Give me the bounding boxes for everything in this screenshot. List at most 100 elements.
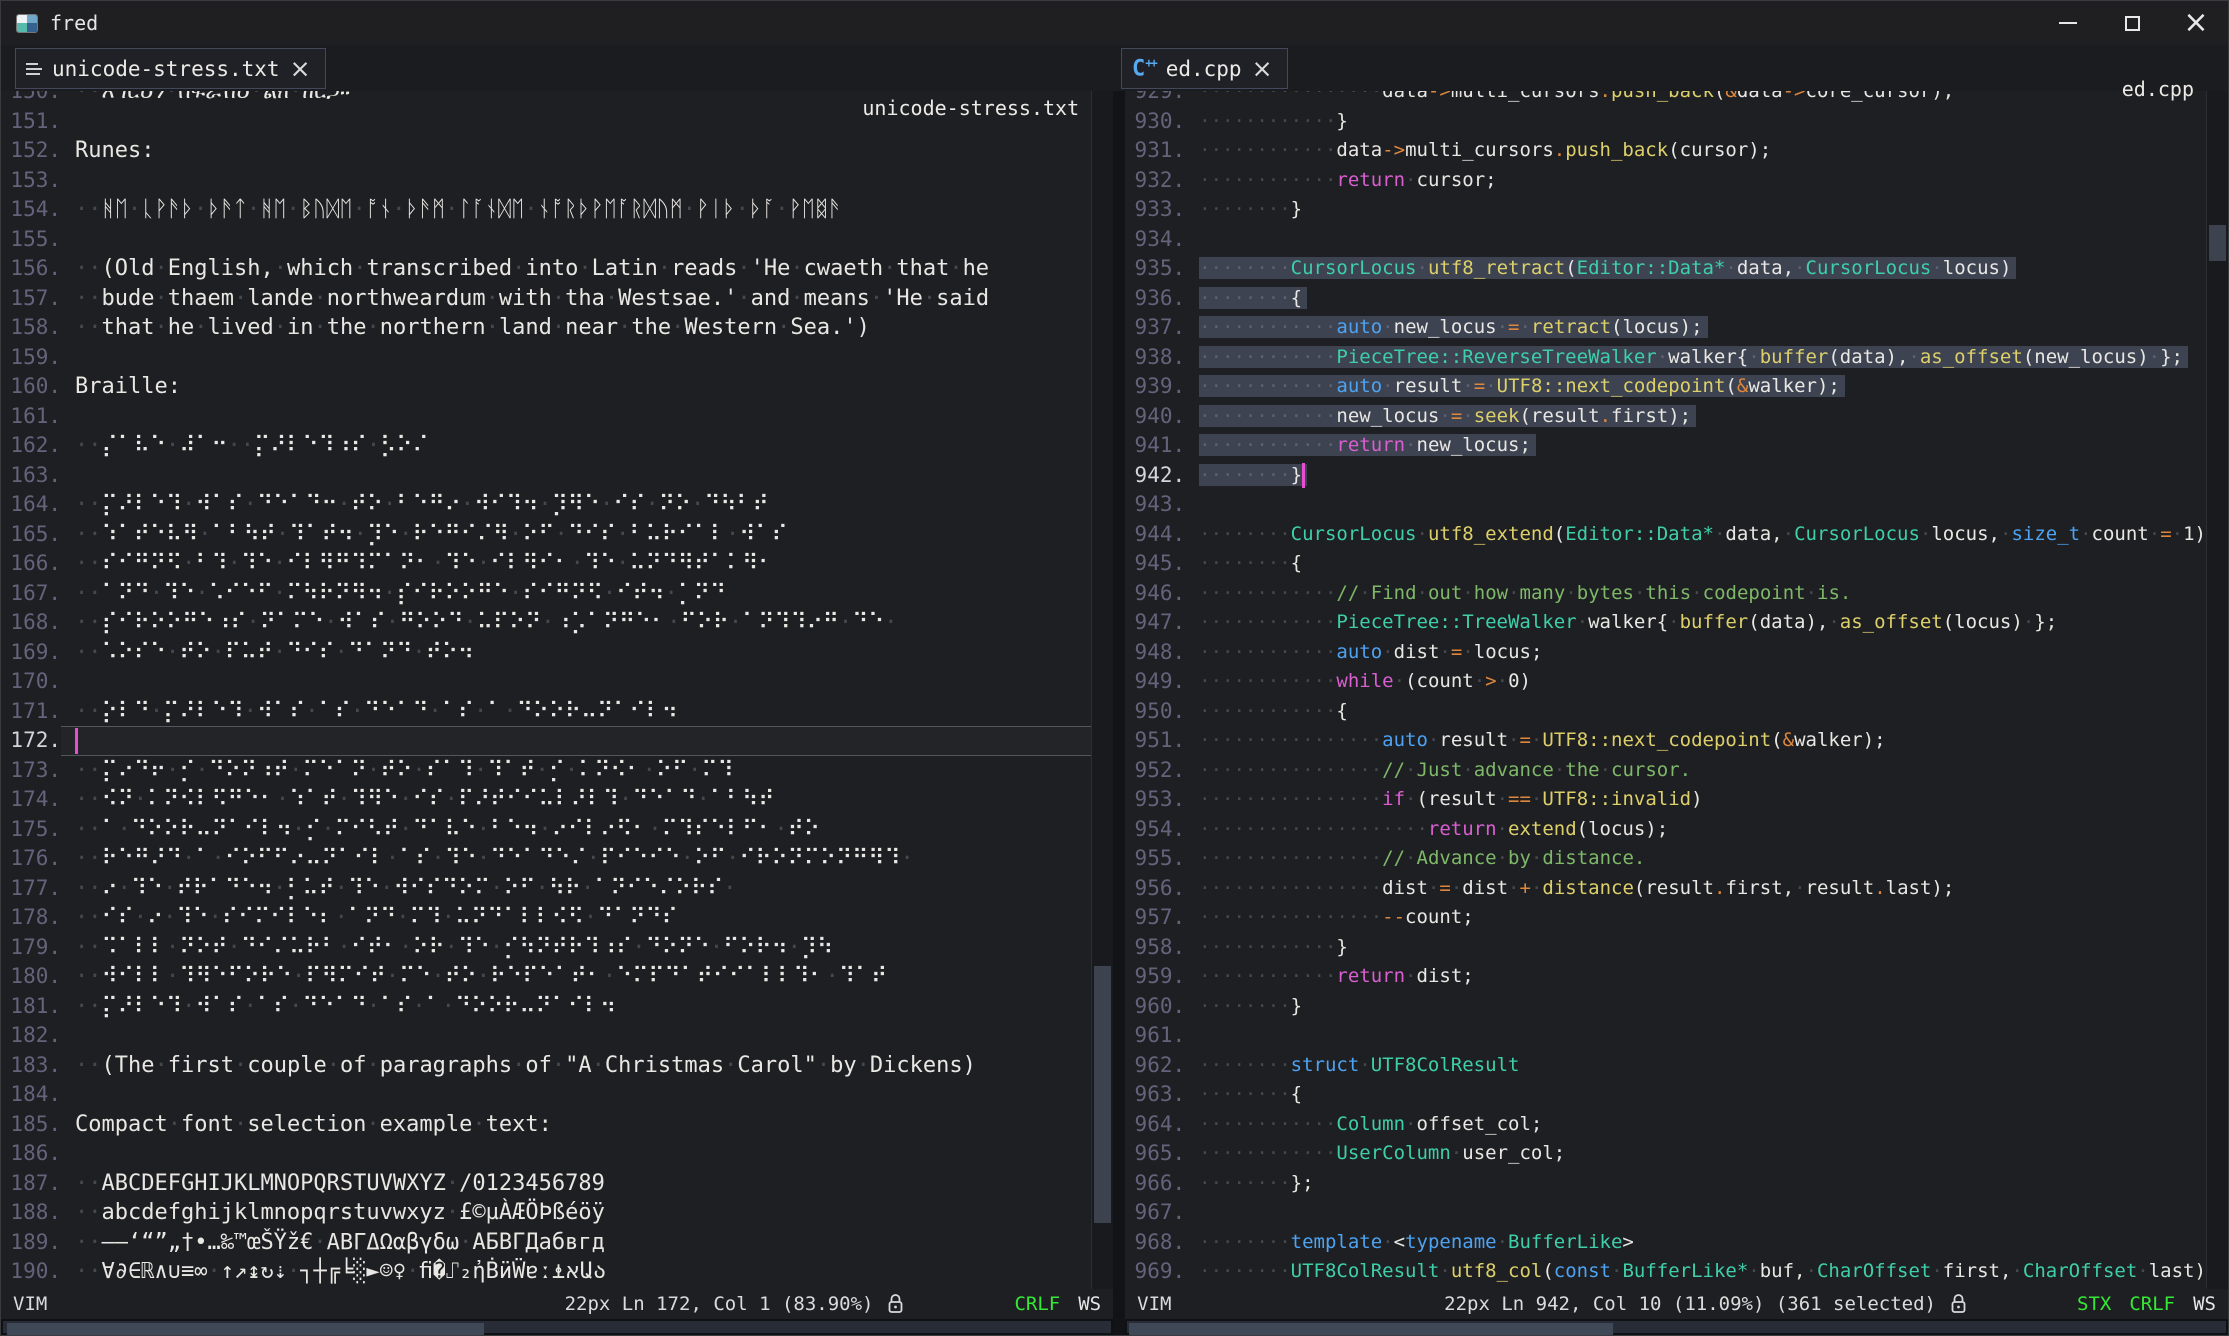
- code-line[interactable]: 189.··–—‘“”„†•…‰™œŠŸž€·ΑΒΓΔΩαβγδω·АБВГДа…: [1, 1228, 1091, 1258]
- code-line[interactable]: 182.: [1, 1021, 1091, 1051]
- code-line[interactable]: 164.··⡍⠜⠇⠑⠹·⠺⠁⠎·⠙⠑⠁⠙⠒·⠞⠕·⠃⠑⠛⠔·⠺⠊⠹⠲·⡹⠻⠑·⠊…: [1, 490, 1091, 520]
- status-badge-crlf[interactable]: CRLF: [2129, 1293, 2175, 1315]
- code-line[interactable]: 161.: [1, 402, 1091, 432]
- code-line[interactable]: 190.··∀∂∈ℝ∧∪≡∞·↑↗↨↻⇣·┐┼╔╘░►☺♀·ﬁ�⑀₂ἠḂӥẄɐː…: [1, 1257, 1091, 1287]
- code-line[interactable]: 163.: [1, 461, 1091, 491]
- vertical-scrollbar[interactable]: [2206, 91, 2228, 1289]
- code-line[interactable]: 967.: [1125, 1198, 2206, 1228]
- code-line[interactable]: 938.············PieceTree::ReverseTreeWa…: [1125, 343, 2206, 373]
- text-area[interactable]: 929.················data->multi_cursors.…: [1125, 91, 2206, 1289]
- minimize-button[interactable]: [2036, 1, 2100, 45]
- code-line[interactable]: 162.··⡌⠁⠧⠑·⠼⠁⠒··⡍⠜⠇⠑⠹⠰⠎·⡣⠕⠌: [1, 431, 1091, 461]
- status-badge-stx[interactable]: STX: [2077, 1293, 2111, 1315]
- code-line[interactable]: 956.················dist·=·dist·+·distan…: [1125, 874, 2206, 904]
- code-line[interactable]: 187.··ABCDEFGHIJKLMNOPQRSTUVWXYZ·/012345…: [1, 1169, 1091, 1199]
- code-line[interactable]: 183.··(The·first·couple·of·paragraphs·of…: [1, 1051, 1091, 1081]
- code-line[interactable]: 160.Braille:: [1, 372, 1091, 402]
- code-line[interactable]: 179.··⠩⠁⠇⠇·⠝⠕⠞·⠙⠊⠌⠥⠗⠃·⠊⠞⠂·⠕⠗·⠹⠑·⡊⠳⠝⠞⠗⠹⠰⠎…: [1, 933, 1091, 963]
- code-line[interactable]: 154.··ᚻᛖ·ᚳᚹᚫᚦ·ᚦᚫᛏ·ᚻᛖ·ᛒᚢᛞᛖ·ᚩᚾ·ᚦᚫᛗ·ᛚᚪᚾᛞᛖ·ᚾ…: [1, 195, 1091, 225]
- code-line[interactable]: 962.········struct·UTF8ColResult: [1125, 1051, 2206, 1081]
- code-line[interactable]: 159.: [1, 343, 1091, 373]
- horizontal-scrollbar-thumb[interactable]: [1129, 1323, 1613, 1335]
- code-line[interactable]: 158.··that·he·lived·in·the·northern·land…: [1, 313, 1091, 343]
- code-line[interactable]: 157.··bude·thaem·lande·northweardum·with…: [1, 284, 1091, 314]
- code-line[interactable]: 180.··⠺⠊⠇⠇·⠹⠻⠑⠋⠕⠗⠑·⠏⠻⠍⠊⠞·⠍⠑·⠞⠕·⠗⠑⠏⠑⠁⠞⠂·⠑…: [1, 962, 1091, 992]
- code-line[interactable]: 953.················if·(result·==·UTF8::…: [1125, 785, 2206, 815]
- code-line[interactable]: 175.··⠁·⠙⠕⠕⠗⠤⠝⠁⠊⠇⠲·⡊·⠍⠊⠣⠞·⠙⠁⠧⠑·⠃⠑⠲·⠔⠊⠇⠔⠫…: [1, 815, 1091, 845]
- status-badge-crlf[interactable]: CRLF: [1014, 1293, 1060, 1315]
- code-line[interactable]: 166.··⠎⠊⠛⠝⠫·⠃⠹·⠹⠑·⠊⠇⠻⠛⠹⠍⠁⠝⠂·⠹⠑·⠊⠇⠻⠊⠂·⠹⠑·…: [1, 549, 1091, 579]
- code-line[interactable]: 172.: [1, 726, 1091, 756]
- code-line[interactable]: 184.: [1, 1080, 1091, 1110]
- code-line[interactable]: 931.············data->multi_cursors.push…: [1125, 136, 2206, 166]
- code-line[interactable]: 965.············UserColumn·user_col;: [1125, 1139, 2206, 1169]
- code-line[interactable]: 955.················//·Advance·by·distan…: [1125, 844, 2206, 874]
- tab-close-icon[interactable]: ×: [1252, 56, 1273, 81]
- tab-close-icon[interactable]: ×: [290, 56, 311, 81]
- code-line[interactable]: 963.········{: [1125, 1080, 2206, 1110]
- code-line[interactable]: 948.············auto·dist·=·locus;: [1125, 638, 2206, 668]
- code-line[interactable]: 152.Runes:: [1, 136, 1091, 166]
- code-line[interactable]: 156.··(Old·English,·which·transcribed·in…: [1, 254, 1091, 284]
- status-badge-ws[interactable]: WS: [1078, 1293, 1101, 1315]
- horizontal-scrollbar[interactable]: [1, 1319, 1113, 1336]
- close-button[interactable]: ×: [2164, 1, 2228, 45]
- code-line[interactable]: 942.········}: [1125, 461, 2206, 491]
- vertical-scrollbar-thumb[interactable]: [2209, 225, 2226, 261]
- code-line[interactable]: 173.··⡍⠔⠙⠖·⡊·⠙⠕⠝⠰⠞·⠍⠑⠁⠝·⠞⠕·⠎⠁⠹·⠹⠁⠞·⡊·⠅⠝⠪…: [1, 756, 1091, 786]
- code-line[interactable]: 958.············}: [1125, 933, 2206, 963]
- code-line[interactable]: 167.··⠁⠝⠙·⠹⠑·⠡⠊⠑⠋·⠍⠳⠗⠝⠻⠲·⡎⠊⠗⠕⠕⠛⠑·⠎⠊⠛⠝⠫·⠊…: [1, 579, 1091, 609]
- code-line[interactable]: 954.····················return·extend(lo…: [1125, 815, 2206, 845]
- code-line[interactable]: 964.············Column·offset_col;: [1125, 1110, 2206, 1140]
- code-line[interactable]: 935.········CursorLocus·utf8_retract(Edi…: [1125, 254, 2206, 284]
- code-line[interactable]: 943.: [1125, 490, 2206, 520]
- code-line[interactable]: 944.········CursorLocus·utf8_extend(Edit…: [1125, 520, 2206, 550]
- code-line[interactable]: 168.··⡎⠊⠗⠕⠕⠛⠑⠰⠎·⠝⠁⠍⠑·⠺⠁⠎·⠛⠕⠕⠙·⠥⠏⠕⠝·⠰⡡⠁⠝⠛…: [1, 608, 1091, 638]
- code-line[interactable]: 945.········{: [1125, 549, 2206, 579]
- code-line[interactable]: 939.············auto·result·=·UTF8::next…: [1125, 372, 2206, 402]
- code-line[interactable]: 947.············PieceTree::TreeWalker·wa…: [1125, 608, 2206, 638]
- maximize-button[interactable]: [2100, 1, 2164, 45]
- code-line[interactable]: 186.: [1, 1139, 1091, 1169]
- code-line[interactable]: 952.················//·Just·advance·the·…: [1125, 756, 2206, 786]
- code-line[interactable]: 960.········}: [1125, 992, 2206, 1022]
- tab-unicode-stress.txt[interactable]: unicode-stress.txt×: [15, 48, 326, 89]
- code-line[interactable]: 951.················auto·result·=·UTF8::…: [1125, 726, 2206, 756]
- text-area[interactable]: 150.··እግርህን·በፍራሽህ·ልክ·ዘርጋ።151.152.Runes:1…: [1, 91, 1091, 1289]
- code-line[interactable]: 932.············return·cursor;: [1125, 166, 2206, 196]
- code-line[interactable]: 933.········}: [1125, 195, 2206, 225]
- code-line[interactable]: 949.············while·(count·>·0): [1125, 667, 2206, 697]
- code-line[interactable]: 178.··⠊⠎·⠔·⠹⠑·⠎⠊⠍⠊⠇⠑⠆·⠁⠝⠙·⠍⠹·⠥⠝⠙⠁⠇⠇⠪⠫·⠙⠁…: [1, 903, 1091, 933]
- code-line[interactable]: 176.··⠗⠑⠛⠜⠙·⠁·⠊⠕⠋⠋⠔⠤⠝⠁⠊⠇·⠁⠎·⠹⠑·⠙⠑⠁⠙⠑⠌·⠏⠊…: [1, 844, 1091, 874]
- code-line[interactable]: 957.················--count;: [1125, 903, 2206, 933]
- code-line[interactable]: 940.············new_locus·=·seek(result.…: [1125, 402, 2206, 432]
- code-line[interactable]: 969.········UTF8ColResult·utf8_col(const…: [1125, 1257, 2206, 1287]
- code-line[interactable]: 177.··⠔·⠹⠑·⠞⠗⠁⠙⠑⠲·⡃⠥⠞·⠹⠑·⠺⠊⠎⠙⠕⠍·⠕⠋·⠳⠗·⠁⠝…: [1, 874, 1091, 904]
- code-line[interactable]: 946.············//·Find·out·how·many·byt…: [1125, 579, 2206, 609]
- code-line[interactable]: 961.: [1125, 1021, 2206, 1051]
- code-line[interactable]: 959.············return·dist;: [1125, 962, 2206, 992]
- code-line[interactable]: 936.········{: [1125, 284, 2206, 314]
- code-line[interactable]: 171.··⡕⠇⠙·⡍⠜⠇⠑⠹·⠺⠁⠎·⠁⠎·⠙⠑⠁⠙·⠁⠎·⠁·⠙⠕⠕⠗⠤⠝⠁…: [1, 697, 1091, 727]
- code-line[interactable]: 950.············{: [1125, 697, 2206, 727]
- code-line[interactable]: 934.: [1125, 225, 2206, 255]
- code-line[interactable]: 966.········};: [1125, 1169, 2206, 1199]
- code-line[interactable]: 937.············auto·new_locus·=·retract…: [1125, 313, 2206, 343]
- code-line[interactable]: 174.··⠪⠝·⠅⠝⠪⠇⠫⠛⠑⠂·⠱⠁⠞·⠹⠻⠑·⠊⠎·⠏⠜⠞⠊⠊⠥⠇⠜⠇⠹·…: [1, 785, 1091, 815]
- code-line[interactable]: 929.················data->multi_cursors.…: [1125, 91, 2206, 107]
- code-line[interactable]: 941.············return·new_locus;: [1125, 431, 2206, 461]
- tab-ed.cpp[interactable]: C++ed.cpp×: [1121, 48, 1288, 89]
- vertical-scrollbar-thumb[interactable]: [1094, 966, 1111, 1224]
- lock-icon[interactable]: [887, 1293, 904, 1315]
- code-line[interactable]: 188.··abcdefghijklmnopqrstuvwxyz·£©µÀÆÖÞ…: [1, 1198, 1091, 1228]
- code-line[interactable]: 155.: [1, 225, 1091, 255]
- code-line[interactable]: 153.: [1, 166, 1091, 196]
- code-line[interactable]: 930.············}: [1125, 107, 2206, 137]
- horizontal-scrollbar[interactable]: [1125, 1319, 2228, 1336]
- code-line[interactable]: 165.··⠱⠁⠞⠑⠧⠻·⠁⠃⠳⠞·⠹⠁⠞⠲·⡹⠑·⠗⠑⠛⠊⠌⠻·⠕⠋·⠙⠊⠎·…: [1, 520, 1091, 550]
- horizontal-scrollbar-thumb[interactable]: [7, 1323, 483, 1335]
- code-line[interactable]: 169.··⠡⠕⠎⠑·⠞⠕·⠏⠥⠞·⠙⠊⠎·⠙⠁⠝⠙·⠞⠕⠲: [1, 638, 1091, 668]
- code-line[interactable]: 968.········template·<typename·BufferLik…: [1125, 1228, 2206, 1258]
- lock-icon[interactable]: [1950, 1293, 1967, 1315]
- code-line[interactable]: 170.: [1, 667, 1091, 697]
